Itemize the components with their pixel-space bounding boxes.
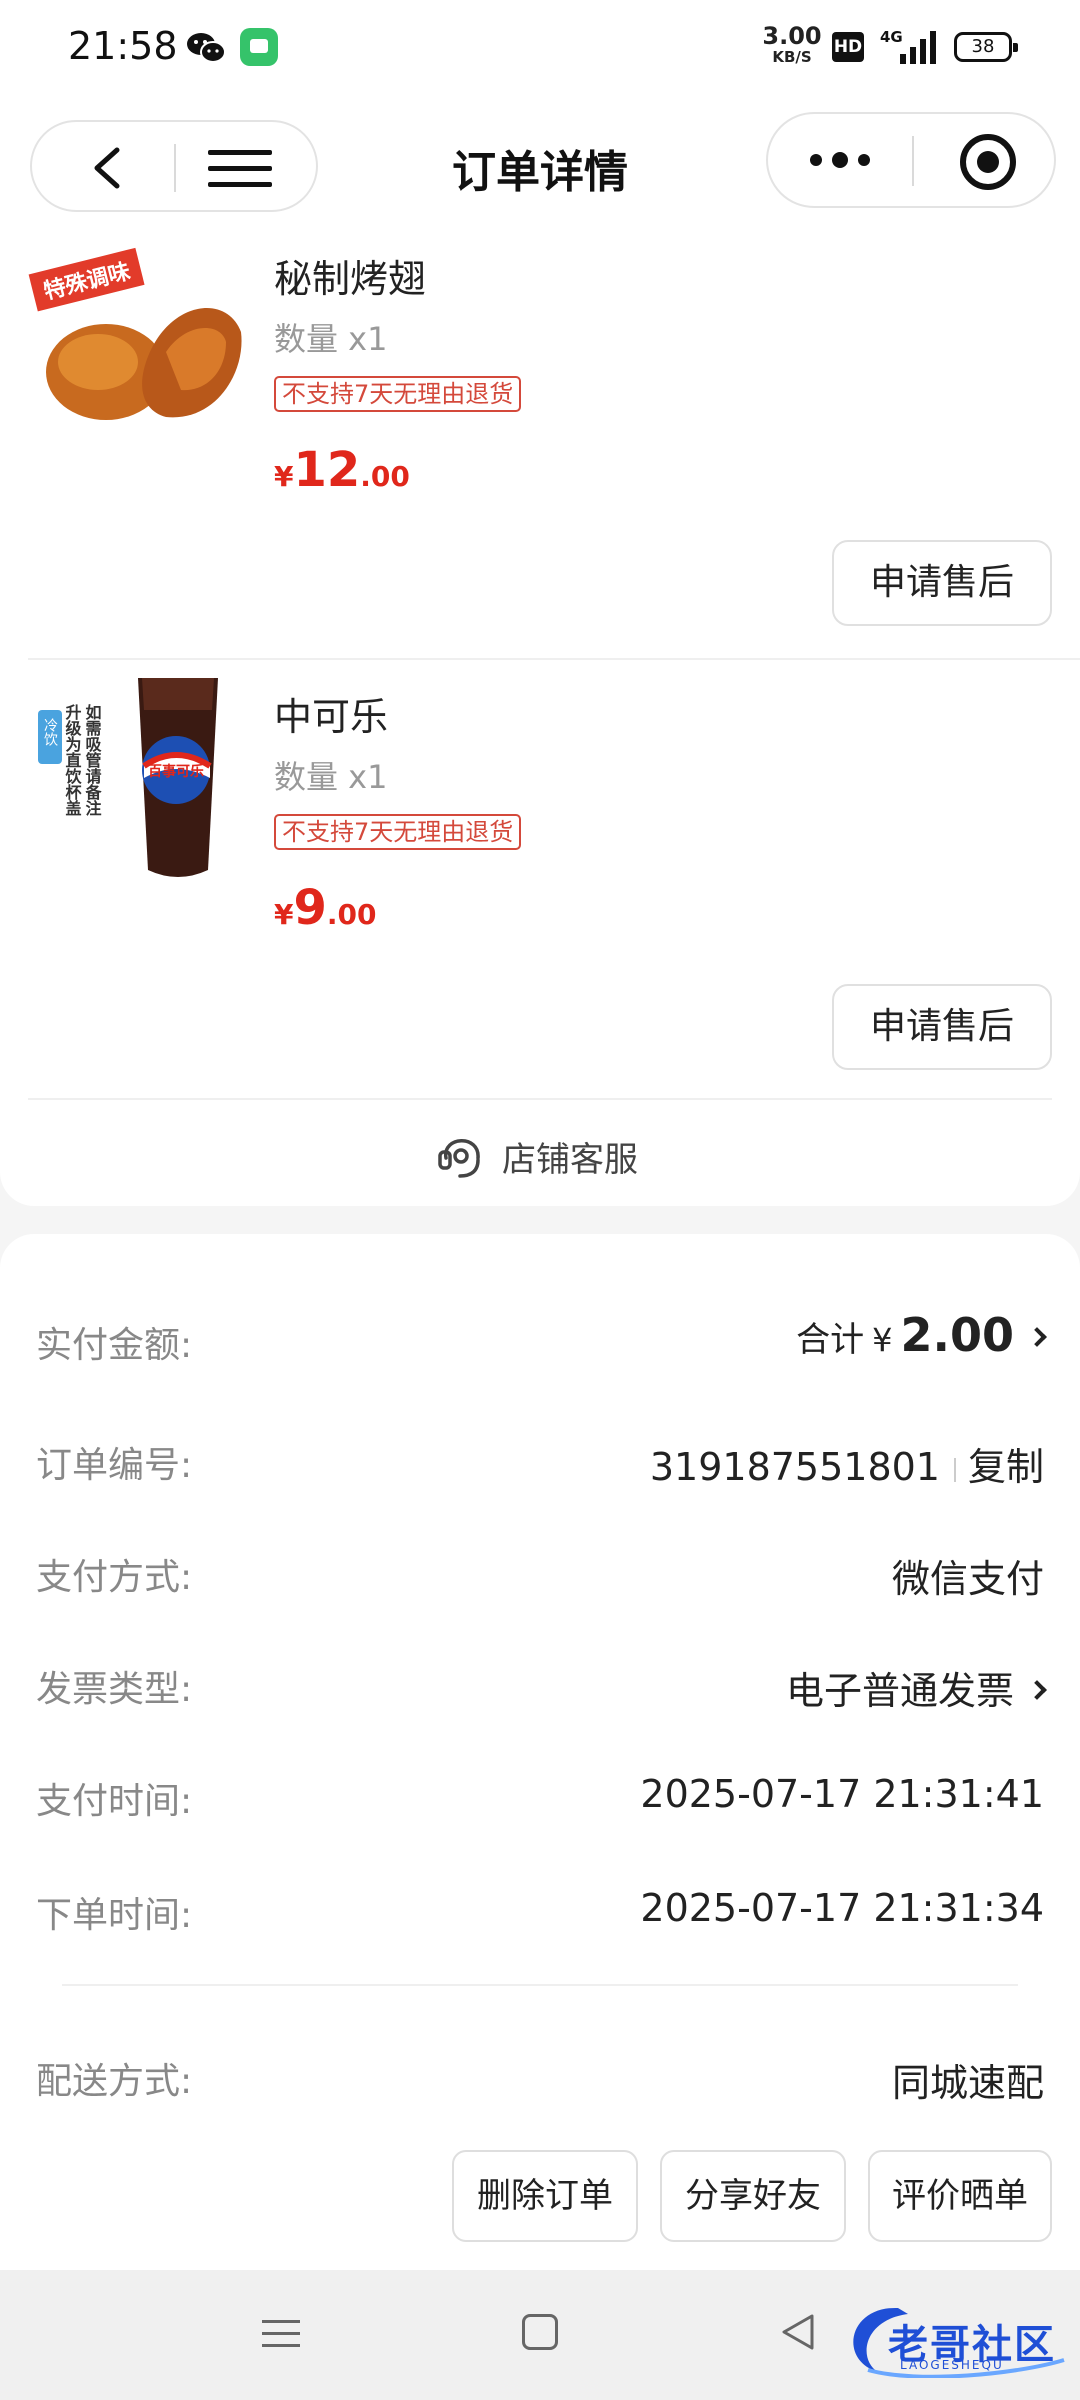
- image-side-text: 如需吸管请备注: [83, 703, 103, 817]
- battery-icon: 38: [954, 32, 1018, 62]
- order-time-value: 2025-07-17 21:31:34: [640, 1886, 1044, 1930]
- delivery-label: 配送方式:: [36, 2061, 193, 2102]
- hd-badge: HD: [832, 32, 864, 62]
- status-time: 21:58: [68, 24, 178, 68]
- section-divider: [62, 1984, 1018, 1986]
- watermark-logo: 老哥社区 LAOGESHEQU: [838, 2300, 1068, 2378]
- product-quantity: 数量 x1: [274, 758, 388, 796]
- delete-order-button[interactable]: 删除订单: [452, 2150, 638, 2242]
- image-side-text: 升级为直饮杯盖: [63, 704, 83, 816]
- product-image-wings[interactable]: 特殊调味: [26, 242, 246, 462]
- product-image-cola[interactable]: 冷饮 如需吸管请备注 升级为直饮杯盖 百事可乐: [26, 670, 246, 890]
- no-return-tag: 不支持7天无理由退货: [274, 814, 522, 850]
- review-button[interactable]: 评价晒单: [868, 2150, 1052, 2242]
- signal-icon: [900, 31, 936, 64]
- page-title: 订单详情: [452, 147, 628, 198]
- system-nav-bar: 老哥社区 LAOGESHEQU: [0, 2270, 1080, 2400]
- menu-icon[interactable]: [208, 148, 272, 190]
- order-number-value: 319187551801: [649, 1445, 940, 1489]
- product-name: 中可乐: [274, 695, 389, 739]
- pay-method-label: 支付方式:: [36, 1557, 193, 1598]
- order-number-row: 订单编号: 319187551801 复制: [0, 1428, 1080, 1489]
- nav-capsule-left: [30, 120, 318, 212]
- order-time-label: 下单时间:: [36, 1895, 193, 1936]
- more-icon[interactable]: [808, 150, 872, 170]
- paid-amount-value: 合计 ¥2.00: [796, 1308, 1047, 1362]
- order-info-card: 实付金额: 合计 ¥2.00 订单编号: 319187551801 复制 支付方式:…: [0, 1234, 1080, 2270]
- capsule-divider: [912, 136, 914, 186]
- image-badge-text: 冷饮: [42, 718, 58, 746]
- close-miniprogram-icon[interactable]: [960, 134, 1016, 190]
- after-sale-button[interactable]: 申请售后: [832, 984, 1052, 1070]
- network-speed: 3.00 KB/S: [762, 22, 822, 66]
- delivery-value: 同城速配: [891, 2061, 1044, 2105]
- product-quantity: 数量 x1: [274, 320, 388, 358]
- invoice-value: 电子普通发票: [785, 1669, 1014, 1713]
- nav-capsule-right: [766, 112, 1056, 208]
- product-item: 特殊调味 秘制烤翅 数量 x1 不支持7天无理由退货 ¥12.00 申请售后: [0, 236, 1080, 656]
- order-time-row: 下单时间: 2025-07-17 21:31:34: [0, 1878, 1080, 1938]
- nav-back-icon[interactable]: [778, 2312, 818, 2352]
- product-name: 秘制烤翅: [274, 257, 427, 301]
- home-icon[interactable]: [522, 2314, 558, 2350]
- pay-time-label: 支付时间:: [36, 1781, 193, 1822]
- message-app-icon: [240, 28, 278, 66]
- nav-header: 订单详情: [0, 96, 1080, 236]
- recent-apps-icon[interactable]: [262, 2316, 300, 2350]
- store-service-button[interactable]: 店铺客服: [0, 1116, 1080, 1196]
- no-return-tag: 不支持7天无理由退货: [274, 376, 522, 412]
- chevron-right-icon: [1027, 1326, 1047, 1347]
- delivery-row: 配送方式: 同城速配: [0, 2044, 1080, 2105]
- wechat-icon: [187, 33, 226, 63]
- product-item: 冷饮 如需吸管请备注 升级为直饮杯盖 百事可乐 中可乐 数量 x1 不支持7天无…: [0, 666, 1080, 1106]
- paid-amount-label: 实付金额:: [36, 1325, 193, 1366]
- copy-button[interactable]: 复制: [968, 1445, 1044, 1489]
- capsule-divider: [174, 144, 176, 192]
- store-service-label: 店铺客服: [502, 1140, 638, 1180]
- share-friend-button[interactable]: 分享好友: [660, 2150, 846, 2242]
- product-price: ¥9.00: [274, 880, 377, 936]
- image-brand-text: 百事可乐: [148, 763, 204, 780]
- product-price: ¥12.00: [274, 442, 410, 498]
- pay-time-value: 2025-07-17 21:31:41: [640, 1772, 1044, 1816]
- back-icon[interactable]: [87, 146, 127, 190]
- invoice-row[interactable]: 发票类型: 电子普通发票: [0, 1652, 1080, 1713]
- item-divider: [28, 658, 1080, 660]
- headset-icon: [438, 1139, 480, 1178]
- product-card: 特殊调味 秘制烤翅 数量 x1 不支持7天无理由退货 ¥12.00 申请售后 冷…: [0, 236, 1080, 1206]
- item-divider: [28, 1098, 1052, 1100]
- order-number-label: 订单编号:: [36, 1445, 193, 1486]
- pay-time-row: 支付时间: 2025-07-17 21:31:41: [0, 1764, 1080, 1824]
- copy-divider: [953, 1457, 956, 1482]
- after-sale-button[interactable]: 申请售后: [832, 540, 1052, 626]
- chevron-right-icon: [1027, 1679, 1047, 1700]
- pay-method-value: 微信支付: [891, 1557, 1044, 1601]
- status-bar: 21:58 3.00 KB/S HD 4G 38: [0, 0, 1080, 96]
- watermark-subtext: LAOGESHEQU: [900, 2358, 1004, 2372]
- invoice-label: 发票类型:: [36, 1669, 193, 1710]
- pay-method-row: 支付方式: 微信支付: [0, 1540, 1080, 1601]
- paid-amount-row[interactable]: 实付金额: 合计 ¥2.00: [0, 1308, 1080, 1368]
